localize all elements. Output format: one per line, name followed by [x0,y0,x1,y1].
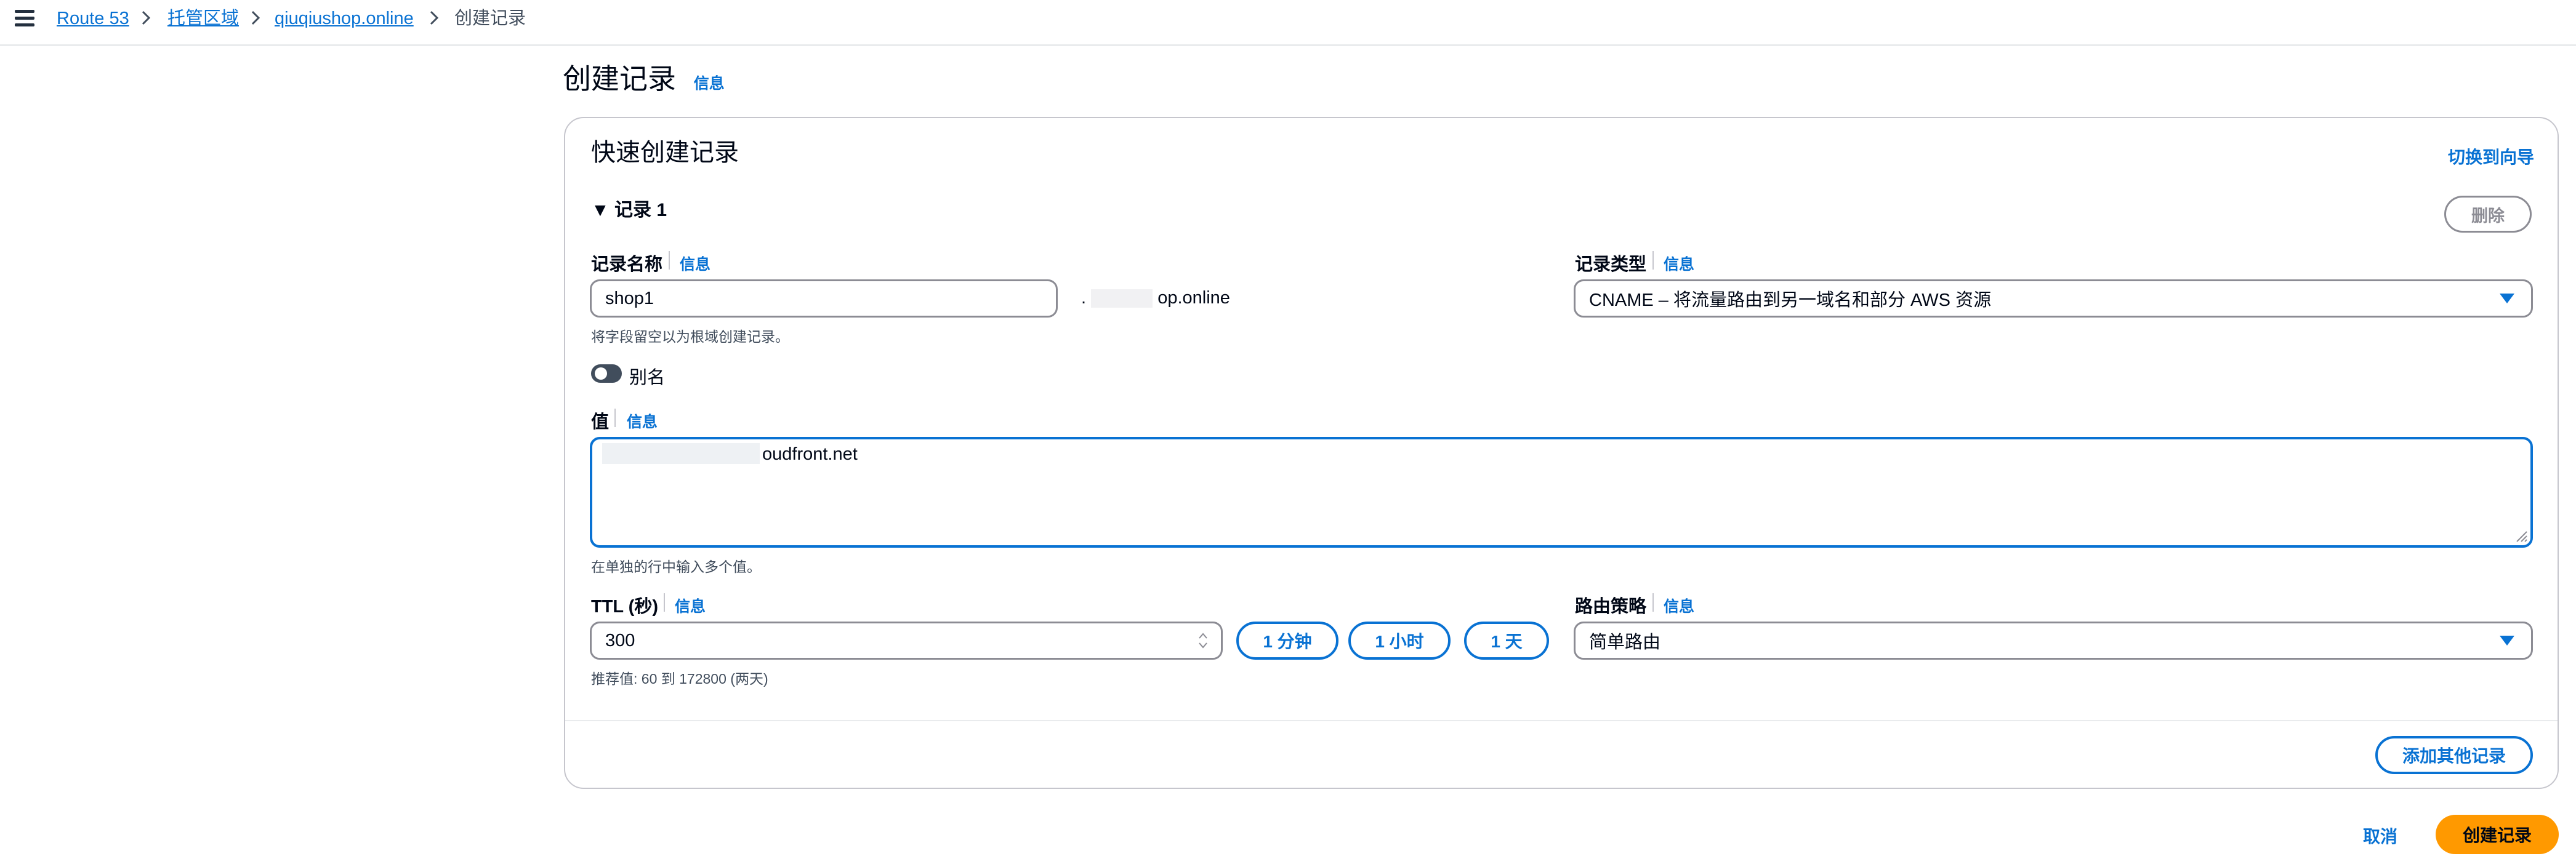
breadcrumb-route53[interactable]: Route 53 [57,6,129,31]
panel-heading: 快速创建记录 [591,139,739,166]
record-type-select[interactable]: CNAME – 将流量路由到另一域名和部分 AWS 资源 [1574,279,2533,318]
page-info-link[interactable]: 信息 [694,75,725,92]
record-type-info-link[interactable]: 信息 [1664,252,1694,274]
chevron-right-icon [142,10,151,25]
ttl-label: TTL (秒) [591,597,658,617]
domain-suffix-text: op.online [1157,288,1230,308]
value-hint: 在单独的行中输入多个值。 [591,559,761,575]
record-1-toggle[interactable]: ▼ 记录 1 [591,194,667,222]
record-name-label: 记录名称 [591,255,663,274]
label-separator [614,409,616,427]
routing-policy-info-link[interactable]: 信息 [1664,594,1694,617]
alias-label: 别名 [629,368,666,388]
ttl-input[interactable]: 300 [590,622,1223,660]
alias-toggle[interactable] [591,364,622,383]
chevron-right-icon [251,10,260,25]
chevron-right-icon [430,10,439,25]
ttl-1-day-button[interactable]: 1 天 [1464,622,1549,660]
redacted-region [1091,289,1153,308]
top-navigation-bar: Route 53 托管区域 qiuqiushop.online 创建记录 [0,0,2576,46]
breadcrumb-zone[interactable]: qiuqiushop.online [275,6,414,31]
ttl-hint: 推荐值: 60 到 172800 (两天) [591,671,768,687]
routing-policy-label: 路由策略 [1575,597,1647,617]
caret-down-icon [2500,294,2514,303]
value-label: 值 [591,412,610,432]
label-separator [664,593,665,612]
add-another-record-button[interactable]: 添加其他记录 [2375,736,2533,774]
breadcrumb-hosted-zones[interactable]: 托管区域 [167,6,239,31]
record-name-input[interactable]: shop1 [590,279,1058,318]
page-title: 创建记录 信息 [563,60,725,102]
ttl-1-minute-button[interactable]: 1 分钟 [1236,622,1338,660]
toggle-knob [595,367,607,380]
record-name-info-link[interactable]: 信息 [680,252,710,274]
stepper-icon[interactable] [1197,631,1209,650]
quick-create-panel: 快速创建记录 切换到向导 ▼ 记录 1 删除 记录名称 信息 shop1 . o… [564,117,2559,789]
panel-divider [565,720,2558,721]
delete-button[interactable]: 删除 [2444,196,2532,233]
cancel-button[interactable]: 取消 [2363,823,2397,848]
value-info-link[interactable]: 信息 [627,410,658,432]
value-textarea[interactable]: oudfront.net [590,437,2533,548]
page-title-text: 创建记录 [563,63,676,95]
ttl-1-hour-button[interactable]: 1 小时 [1348,622,1451,660]
record-name-value: shop1 [605,288,654,308]
record-type-value: CNAME – 将流量路由到另一域名和部分 AWS 资源 [1589,290,1992,310]
record-name-hint: 将字段留空以为根域创建记录。 [591,329,789,345]
switch-to-wizard-link[interactable]: 切换到向导 [2448,144,2534,169]
breadcrumb-current: 创建记录 [454,9,526,28]
caret-down-icon [2500,636,2514,646]
label-separator [1652,251,1654,270]
domain-suffix-dot: . [1081,288,1087,308]
record-type-label: 记录类型 [1575,255,1647,274]
create-records-button[interactable]: 创建记录 [2436,815,2559,854]
ttl-info-link[interactable]: 信息 [675,594,706,617]
redacted-region [602,443,760,464]
value-text: oudfront.net [762,444,858,464]
label-separator [669,251,670,270]
menu-icon[interactable] [15,10,34,27]
ttl-value: 300 [605,630,635,650]
resize-handle-icon[interactable] [2513,528,2528,543]
domain-suffix: . op.online [1081,288,1230,308]
routing-policy-select[interactable]: 简单路由 [1574,622,2533,660]
routing-policy-value: 简单路由 [1589,633,1661,652]
label-separator [1652,593,1654,612]
